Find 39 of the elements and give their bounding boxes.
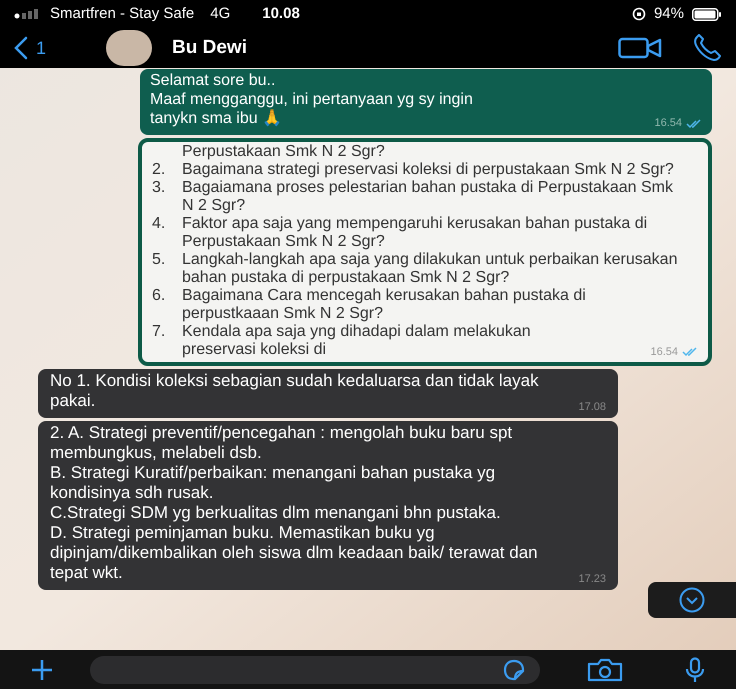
message-text: 2. A. Strategi preventif/pencegahan : mengolah buku baru spt membungkus, melabeli dsb. B. Strategi Kuratif/perbaikan: menangani bahan pustaka yg kondisinya sdh rusak. C.Strategi SDM yg berkualitas dlm menangani bhn pustaka. D. Strategi peminjaman buku. Memastikan buku yg dipinjam/dikembalikan oleh siswa dlm keadaan baik/ terawat dan tepat wkt. xyxy=(50,423,539,583)
microphone-icon[interactable] xyxy=(684,656,706,682)
network-type: 4G xyxy=(210,4,230,24)
message-time: 16.54 xyxy=(654,116,682,131)
contact-name[interactable]: Bu Dewi xyxy=(172,34,247,62)
list-number: 7. xyxy=(152,323,166,342)
question-text: Langkah-langkah apa saja yang dilakukan untuk perbaikan kerusakan bahan pustaka di perpustakaan Smk N 2 Sgr? xyxy=(182,251,678,287)
avatar[interactable] xyxy=(106,30,152,66)
question-text: Bagaimana Cara mencegah kerusakan bahan pustaka di perpustkaaan Smk N 2 Sgr? xyxy=(182,287,587,323)
message-text: Selamat sore bu.. Maaf mengganggu, ini pertanyaan yg sy ingin tanykn sma ibu 🙏 xyxy=(150,71,474,128)
message-input-field[interactable] xyxy=(90,656,540,684)
message-time: 16.54 xyxy=(650,345,678,360)
camera-icon[interactable] xyxy=(586,658,624,682)
list-number: 4. xyxy=(152,215,166,234)
back-button[interactable]: 1 xyxy=(14,34,46,62)
battery-percent: 94% xyxy=(654,4,684,24)
message-time: 17.08 xyxy=(578,400,606,415)
plus-icon[interactable] xyxy=(30,658,54,682)
rotation-lock-icon xyxy=(632,7,646,21)
list-number: 2. xyxy=(152,161,166,179)
message-time: 17.23 xyxy=(578,572,606,587)
phone-icon[interactable] xyxy=(692,34,722,62)
battery-icon xyxy=(692,8,722,20)
video-call-icon[interactable] xyxy=(618,36,662,60)
chevron-left-icon xyxy=(14,36,28,60)
question-text: Perpustakaan Smk N 2 Sgr? xyxy=(182,143,386,161)
carrier-name: Smartfren - Stay Safe xyxy=(50,4,194,24)
question-text: Kendala apa saja yng dihadapi dalam melakukan preservasi koleksi di xyxy=(182,323,532,359)
scroll-down-button[interactable] xyxy=(648,582,736,618)
question-text: Faktor apa saja yang mempengaruhi kerusakan bahan pustaka di Perpustakaan Smk N 2 Sgr? xyxy=(182,215,648,251)
list-number: 3. xyxy=(152,179,166,198)
question-text: Bagaiamana proses pelestarian bahan pustaka di Perpustakaan Smk N 2 Sgr? xyxy=(182,179,674,215)
question-text: Bagaimana strategi preservasi koleksi di perpustakaan Smk N 2 Sgr? xyxy=(182,161,675,179)
chevron-down-icon xyxy=(679,587,705,613)
sticker-icon[interactable] xyxy=(502,658,526,680)
list-number: 6. xyxy=(152,287,166,306)
clock-time: 10.08 xyxy=(262,4,300,24)
list-number: 5. xyxy=(152,251,166,270)
message-text: No 1. Kondisi koleksi sebagian sudah kedaluarsa dan tidak layak pakai. xyxy=(50,371,540,411)
